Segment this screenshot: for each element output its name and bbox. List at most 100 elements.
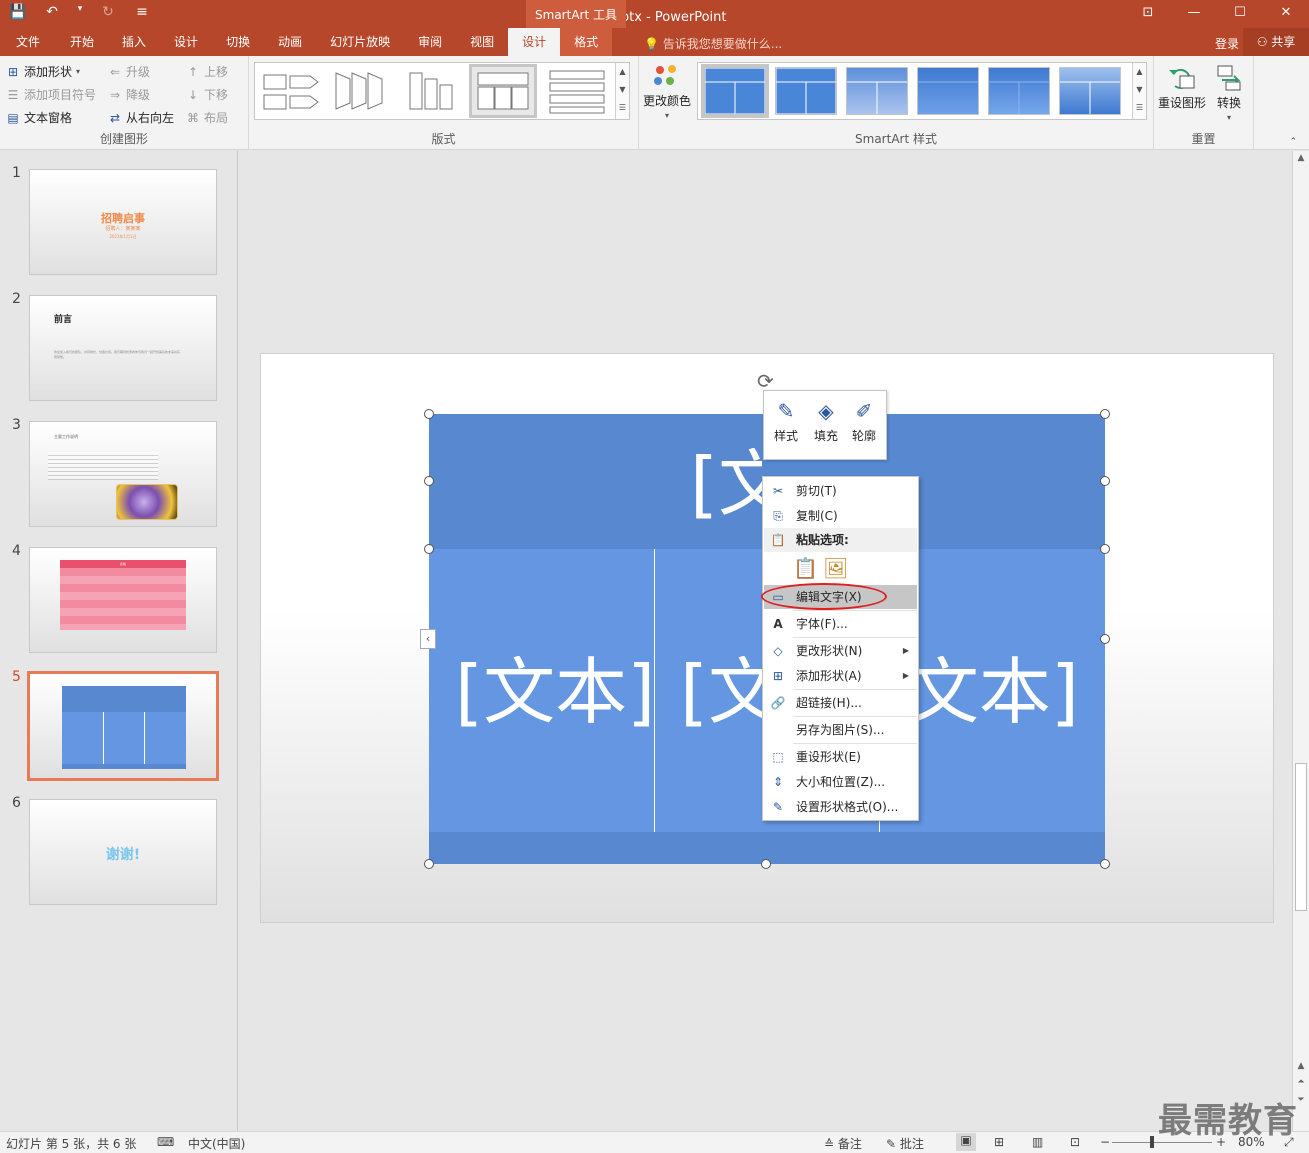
slide-thumbnail-5[interactable] xyxy=(27,671,219,781)
slide-sorter-icon[interactable]: ⊞ xyxy=(994,1135,1004,1149)
move-up-button[interactable]: ↑ 上移 xyxy=(186,63,228,80)
spell-check-icon[interactable]: ⌨ xyxy=(157,1135,174,1149)
paste-as-picture-icon[interactable]: 🖼 xyxy=(823,556,848,580)
tab-transitions[interactable]: 切换 xyxy=(212,28,264,56)
smartart-column-1-text[interactable]: [文本] xyxy=(455,656,655,728)
tab-home[interactable]: 开始 xyxy=(56,28,108,56)
scroll-up-icon[interactable]: ▲ xyxy=(1293,153,1309,163)
zoom-slider-track[interactable] xyxy=(1112,1142,1212,1143)
gallery-more-icon[interactable]: ☰ xyxy=(1133,99,1146,117)
login-link[interactable]: 登录 xyxy=(1215,35,1239,52)
smartart-column-2-text[interactable]: [文本] xyxy=(680,656,762,728)
zoom-slider-knob[interactable] xyxy=(1150,1136,1154,1148)
move-down-button[interactable]: ↓ 下移 xyxy=(186,86,228,103)
menu-item-font[interactable]: A 字体(F)... xyxy=(764,612,917,636)
slide-thumbnail-3[interactable]: 主要工作说明 xyxy=(29,421,217,527)
change-colors-button[interactable]: 更改颜色 ▾ xyxy=(643,64,691,120)
vertical-scrollbar[interactable]: ▲ ▲ ⏶ ⏷ xyxy=(1292,151,1309,1131)
menu-item-cut[interactable]: ✂ 剪切(T) xyxy=(764,479,917,503)
resize-handle-e-top[interactable] xyxy=(1100,476,1110,486)
tab-animations[interactable]: 动画 xyxy=(264,28,316,56)
promote-button[interactable]: ⇐ 升级 xyxy=(108,63,150,80)
resize-handle-e[interactable] xyxy=(1100,634,1110,644)
text-pane-button[interactable]: ▤ 文本窗格 xyxy=(6,109,72,126)
tab-design[interactable]: 设计 xyxy=(160,28,212,56)
menu-item-save-as-picture[interactable]: 另存为图片(S)... xyxy=(764,718,917,742)
resize-handle-se-top[interactable] xyxy=(1100,544,1110,554)
tab-insert[interactable]: 插入 xyxy=(108,28,160,56)
zoom-out-button[interactable]: − xyxy=(1100,1135,1110,1149)
resize-handle-s[interactable] xyxy=(761,859,771,869)
menu-item-reset-shape[interactable]: ⬚ 重设形状(E) xyxy=(764,745,917,769)
scrollbar-thumb[interactable] xyxy=(1295,763,1307,911)
convert-button[interactable]: 转换 ▾ xyxy=(1214,64,1244,122)
text-pane-expander-icon[interactable]: ‹ xyxy=(420,629,436,649)
resize-handle-w-top[interactable] xyxy=(424,476,434,486)
scroll-up-icon[interactable]: ▲ xyxy=(1293,1061,1309,1071)
resize-handle-se[interactable] xyxy=(1100,859,1110,869)
resize-handle-ne[interactable] xyxy=(1100,409,1110,419)
slide-thumbnail-1[interactable]: 招聘启事 招聘人：某某某 2021年1月1日 xyxy=(29,169,217,275)
fill-button[interactable]: ◈ 填充 xyxy=(806,395,846,444)
style-option-1[interactable] xyxy=(701,64,769,118)
layout-option-arrows[interactable] xyxy=(259,66,323,116)
resize-handle-nw[interactable] xyxy=(424,409,434,419)
style-option-6[interactable] xyxy=(1059,67,1121,115)
slide-thumbnail-2[interactable]: 前言 欢迎加入我们的团队，共同成长，创造价值。我们期待优秀的你与我们一起开创美好… xyxy=(29,295,217,401)
layout-button[interactable]: ⌘ 布局 xyxy=(186,109,228,126)
scroll-down-icon[interactable]: ▼ xyxy=(1133,81,1146,99)
scroll-up-icon[interactable]: ▲ xyxy=(616,63,629,81)
menu-item-add-shape[interactable]: ⊞ 添加形状(A) ▶ xyxy=(764,664,917,688)
tab-review[interactable]: 审阅 xyxy=(404,28,456,56)
scroll-down-icon[interactable]: ▼ xyxy=(616,81,629,99)
notes-button[interactable]: ≙ 备注 xyxy=(824,1135,862,1152)
style-button[interactable]: ✎ 样式 xyxy=(766,395,806,444)
layout-option-columns[interactable] xyxy=(399,66,463,116)
style-option-2[interactable] xyxy=(775,67,837,115)
menu-item-hyperlink[interactable]: 🔗 超链接(H)... xyxy=(764,691,917,715)
share-button[interactable]: ⚇ 共享 xyxy=(1243,28,1309,56)
demote-button[interactable]: ⇒ 降级 xyxy=(108,86,150,103)
style-option-3[interactable] xyxy=(846,67,908,115)
style-option-4[interactable] xyxy=(917,67,979,115)
reading-view-icon[interactable]: ▥ xyxy=(1032,1135,1043,1149)
slide-thumbnail-4[interactable]: 表格 xyxy=(29,547,217,653)
menu-item-change-shape[interactable]: ◇ 更改形状(N) ▶ xyxy=(764,639,917,663)
menu-item-copy[interactable]: ⎘ 复制(C) xyxy=(764,504,917,528)
menu-item-size-position[interactable]: ⇕ 大小和位置(Z)... xyxy=(764,770,917,794)
close-icon[interactable]: ✕ xyxy=(1263,0,1309,28)
outline-button[interactable]: ✐ 轮廓 xyxy=(844,395,884,444)
gallery-more-icon[interactable]: ☰ xyxy=(616,99,629,117)
reset-graphic-button[interactable]: 重设图形 xyxy=(1158,64,1206,111)
smartart-top-text[interactable]: [文本] xyxy=(690,448,762,520)
ribbon-display-icon[interactable]: ⊡ xyxy=(1125,0,1171,28)
slide-thumbnail-6[interactable]: 谢谢! xyxy=(29,799,217,905)
maximize-icon[interactable]: ☐ xyxy=(1217,0,1263,28)
menu-item-format-shape[interactable]: ✎ 设置形状格式(O)... xyxy=(764,795,917,819)
style-option-5[interactable] xyxy=(988,67,1050,115)
scroll-up-icon[interactable]: ▲ xyxy=(1133,63,1146,81)
add-bullet-button[interactable]: ☰ 添加项目符号 xyxy=(6,86,96,103)
tab-smartart-format[interactable]: 格式 xyxy=(560,28,613,56)
layout-option-funnel[interactable] xyxy=(329,66,393,116)
smartart-column-3-text[interactable]: [文本] xyxy=(919,656,1079,728)
layouts-gallery-scroll[interactable]: ▲ ▼ ☰ xyxy=(615,63,629,119)
collapse-ribbon-icon[interactable]: ⌃ xyxy=(1289,137,1297,147)
tab-smartart-design[interactable]: 设计 xyxy=(508,28,561,56)
paste-use-destination-icon[interactable]: 📋 xyxy=(793,556,818,580)
minimize-icon[interactable]: — xyxy=(1171,0,1217,28)
tab-file[interactable]: 文件 xyxy=(0,28,56,56)
previous-slide-icon[interactable]: ⏶ xyxy=(1293,1077,1309,1087)
right-to-left-button[interactable]: ⇄ 从右向左 xyxy=(108,109,174,126)
normal-view-icon[interactable]: ▣ xyxy=(956,1133,976,1151)
tell-me-search[interactable]: 💡 告诉我您想要做什么... xyxy=(644,35,782,52)
resize-handle-sw-top[interactable] xyxy=(424,544,434,554)
tab-view[interactable]: 视图 xyxy=(456,28,508,56)
layout-option-table-hierarchy[interactable] xyxy=(469,64,537,118)
resize-handle-sw[interactable] xyxy=(424,859,434,869)
layout-option-stacked-list[interactable] xyxy=(545,66,609,116)
styles-gallery-scroll[interactable]: ▲ ▼ ☰ xyxy=(1132,63,1146,119)
slideshow-view-icon[interactable]: ⊡ xyxy=(1070,1135,1080,1149)
comments-button[interactable]: ✎ 批注 xyxy=(886,1135,924,1152)
language-indicator[interactable]: 中文(中国) xyxy=(188,1135,245,1152)
